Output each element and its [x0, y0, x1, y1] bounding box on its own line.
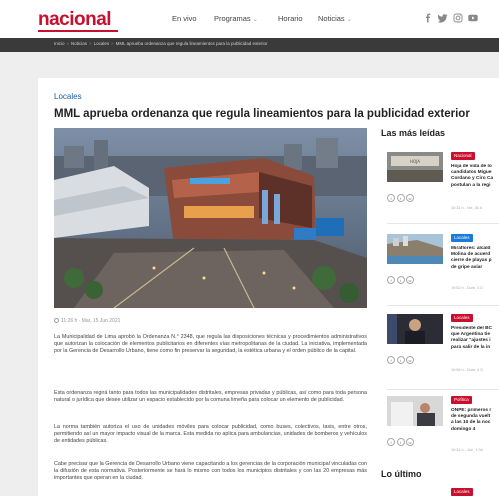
breadcrumb: Inicio» Noticias» Locales» MML aprueba orde… [54, 41, 268, 46]
item-title[interactable]: Hoja de vida de lo candidatos Migue Cord… [451, 164, 499, 189]
site-logo[interactable]: nacional [38, 9, 112, 31]
item-meta: 10:31 h - Jue, 1 De [451, 448, 484, 452]
most-read-item[interactable]: HOJA ftw Nacional Hoja de vida de lo can… [381, 152, 499, 222]
twitter-share-icon[interactable]: t [396, 194, 405, 202]
article-paragraph: La Municipalidad de Lima aprobó la Orden… [54, 334, 367, 354]
item-title[interactable]: ONPE: primeros r de segunda vuelt a las … [451, 408, 499, 433]
latest-title: Lo último [381, 469, 422, 479]
nav-item-horario[interactable]: Horario [278, 14, 303, 23]
breadcrumb-inicio[interactable]: Inicio [54, 41, 65, 46]
thumbnail[interactable] [387, 396, 443, 426]
nav-label: Horario [278, 14, 303, 23]
thumbnail[interactable] [387, 314, 443, 344]
facebook-share-icon[interactable]: f [387, 194, 395, 202]
category-badge[interactable]: Locales [451, 314, 473, 322]
article-hero-image [54, 128, 367, 308]
thumbnail[interactable]: HOJA [387, 152, 443, 182]
item-meta: 10:31 h - Vie, 30 A [451, 206, 483, 210]
youtube-icon[interactable] [468, 13, 478, 25]
facebook-share-icon[interactable]: f [387, 276, 395, 284]
thumbnail[interactable] [387, 488, 443, 496]
article-paragraph: Esta ordenanza regirá tanto para todos l… [54, 390, 367, 403]
nav-item-noticias[interactable]: Noticias ⌄ [318, 14, 352, 23]
breadcrumb-noticias[interactable]: Noticias [71, 41, 87, 46]
breadcrumb-separator: » [111, 41, 114, 46]
latest-item[interactable]: Locales [381, 488, 499, 496]
category-badge[interactable]: Locales [451, 488, 473, 496]
most-read-title: Las más leídas [381, 128, 446, 138]
breadcrumb-locales[interactable]: Locales [94, 41, 110, 46]
timestamp-text: 11:26 h - Mar, 15 Jun 2021 [61, 318, 121, 324]
breadcrumb-current: MML aprueba ordenanza que regula lineami… [115, 41, 268, 46]
divider [387, 305, 499, 306]
whatsapp-share-icon[interactable]: w [406, 438, 414, 446]
svg-text:HOJA: HOJA [410, 159, 420, 164]
item-meta: 19:52 h - Dom, 4 D [451, 286, 484, 290]
share-buttons: ftw [387, 187, 416, 205]
divider [387, 223, 499, 224]
item-title[interactable]: Miraflores: alcald Molina de acuerd cier… [451, 246, 499, 271]
nav-label: Programas [214, 14, 251, 23]
breadcrumb-separator: » [89, 41, 92, 46]
share-buttons: ftw [387, 349, 416, 367]
item-meta: 10:56 h - Dom, 4 D [451, 368, 484, 372]
whatsapp-share-icon[interactable]: w [406, 276, 414, 284]
section-label[interactable]: Locales [54, 92, 82, 101]
most-read-item[interactable]: ftw Locales Presidente del BC que Argent… [381, 314, 499, 388]
whatsapp-share-icon[interactable]: w [406, 194, 414, 202]
twitter-share-icon[interactable]: t [396, 438, 405, 446]
category-badge[interactable]: Locales [451, 234, 473, 242]
facebook-share-icon[interactable]: f [387, 438, 395, 446]
facebook-icon[interactable] [423, 13, 433, 25]
most-read-item[interactable]: ftw Locales Miraflores: alcald Molina de… [381, 234, 499, 304]
article-timestamp: 11:26 h - Mar, 15 Jun 2021 [54, 318, 120, 324]
category-badge[interactable]: Política [451, 396, 472, 404]
clock-icon [54, 318, 59, 323]
nav-item-programas[interactable]: Programas ⌄ [214, 14, 258, 23]
item-title[interactable]: Presidente del BC que Argentina tie real… [451, 326, 499, 351]
twitter-share-icon[interactable]: t [396, 276, 405, 284]
logo-underline [38, 30, 118, 32]
nav-label: En vivo [172, 14, 197, 23]
chevron-down-icon: ⌄ [346, 17, 352, 23]
article-paragraph: La norma también autoriza el uso de unid… [54, 424, 367, 444]
whatsapp-share-icon[interactable]: w [406, 356, 414, 364]
share-buttons: ftw [387, 269, 416, 287]
instagram-icon[interactable] [453, 13, 463, 25]
facebook-share-icon[interactable]: f [387, 356, 395, 364]
chevron-down-icon: ⌄ [252, 17, 258, 23]
most-read-item[interactable]: ftw Política ONPE: primeros r de segunda… [381, 396, 499, 462]
article-title: MML aprueba ordenanza que regula lineami… [54, 108, 470, 120]
breadcrumb-separator: » [66, 41, 70, 46]
thumbnail[interactable] [387, 234, 443, 264]
divider [387, 389, 499, 390]
site-header: nacional En vivo Programas ⌄ Horario Noti… [0, 0, 499, 38]
nav-label: Noticias [318, 14, 345, 23]
breadcrumb-bar: Inicio» Noticias» Locales» MML aprueba orde… [0, 38, 499, 52]
article-paragraph: Cabe precisar que la Gerencia de Desarro… [54, 461, 367, 481]
twitter-icon[interactable] [437, 13, 448, 25]
nav-item-en-vivo[interactable]: En vivo [172, 14, 197, 23]
twitter-share-icon[interactable]: t [396, 356, 405, 364]
category-badge[interactable]: Nacional [451, 152, 475, 160]
share-buttons: ftw [387, 431, 416, 449]
